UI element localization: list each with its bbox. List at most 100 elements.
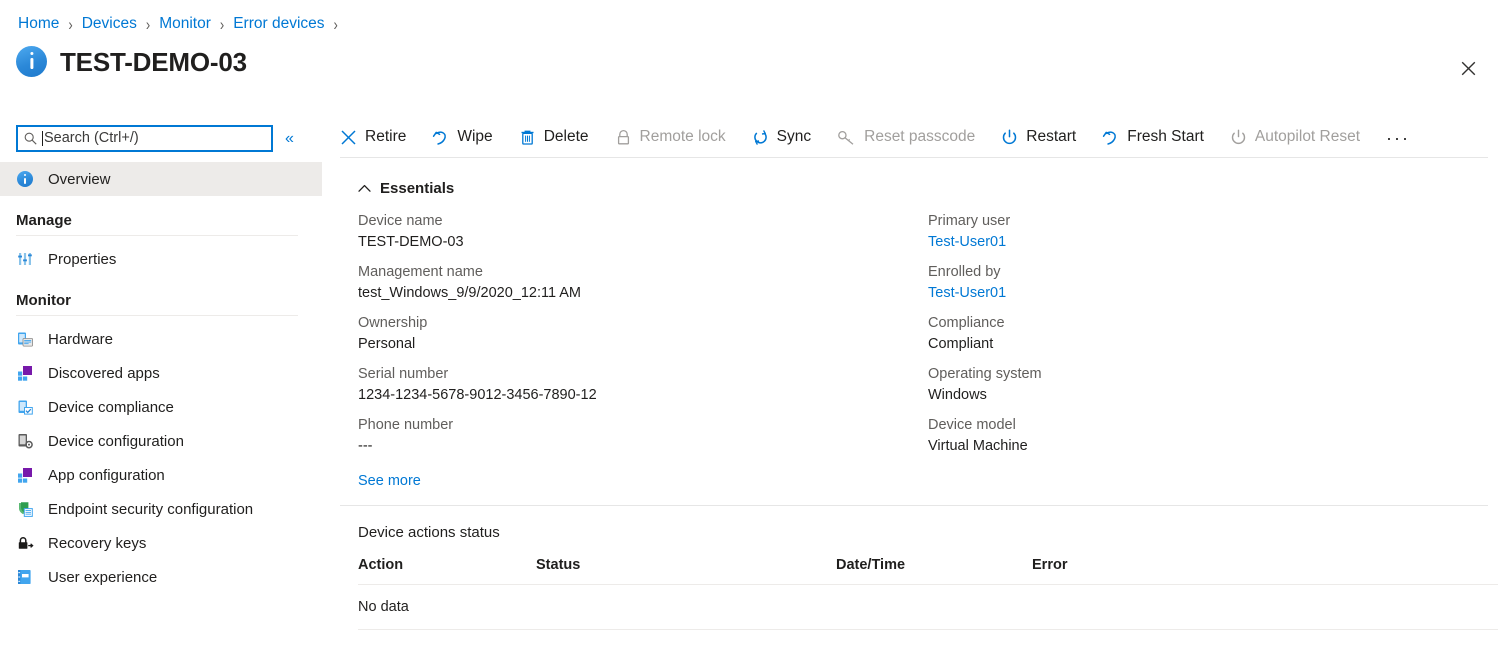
sidebar-section-title: Manage (16, 212, 300, 235)
column-header-datetime[interactable]: Date/Time (836, 557, 1032, 573)
close-icon[interactable] (1452, 52, 1484, 84)
field-label: Ownership (358, 313, 928, 334)
field-label: Device name (358, 211, 928, 232)
sidebar-item-device-compliance[interactable]: Device compliance (0, 390, 322, 424)
collapse-sidebar-button[interactable]: « (285, 131, 294, 147)
sidebar-item-discovered-apps[interactable]: Discovered apps (0, 356, 322, 390)
undo-arrow-icon (432, 129, 449, 146)
sidebar-item-label: User experience (48, 570, 157, 585)
sidebar-item-device-configuration[interactable]: Device configuration (0, 424, 322, 458)
sidebar-item-label: Hardware (48, 332, 113, 347)
wipe-button[interactable]: Wipe (432, 128, 503, 146)
more-commands-button[interactable]: ··· (1386, 126, 1421, 149)
page-header: TEST-DEMO-03 (16, 46, 247, 77)
field-value: Windows (928, 385, 1498, 406)
sidebar-item-hardware[interactable]: Hardware (0, 322, 322, 356)
see-more-link[interactable]: See more (358, 473, 421, 489)
retire-button[interactable]: Retire (340, 128, 417, 146)
command-label: Sync (777, 128, 811, 146)
breadcrumb-separator: › (334, 15, 338, 34)
sidebar-item-label: App configuration (48, 468, 165, 483)
breadcrumb-item-devices[interactable]: Devices (80, 15, 139, 33)
essentials-field: Operating system Windows (928, 364, 1498, 406)
delete-button[interactable]: Delete (519, 128, 600, 146)
command-label: Reset passcode (864, 128, 975, 146)
breadcrumb: Home › Devices › Monitor › Error devices… (16, 15, 345, 33)
command-label: Restart (1026, 128, 1076, 146)
command-label: Remote lock (640, 128, 726, 146)
sidebar-section-title: Monitor (16, 292, 300, 315)
command-label: Autopilot Reset (1255, 128, 1360, 146)
essentials-grid: Device name TEST-DEMO-03 Management name… (358, 211, 1498, 466)
field-value: Compliant (928, 334, 1498, 355)
sidebar-item-user-experience[interactable]: User experience (0, 560, 322, 594)
field-value: TEST-DEMO-03 (358, 232, 928, 253)
field-label: Operating system (928, 364, 1498, 385)
essentials-title: Essentials (380, 180, 454, 197)
essentials-field: Primary user Test-User01 (928, 211, 1498, 253)
essentials-left-column: Device name TEST-DEMO-03 Management name… (358, 211, 928, 466)
field-value: --- (358, 436, 928, 457)
sync-button[interactable]: Sync (752, 128, 822, 146)
field-label: Compliance (928, 313, 1498, 334)
field-label: Phone number (358, 415, 928, 436)
table-row: No data (358, 585, 1498, 629)
sidebar-item-app-configuration[interactable]: App configuration (0, 458, 322, 492)
breadcrumb-item-error-devices[interactable]: Error devices (231, 15, 326, 33)
sidebar-item-properties[interactable]: Properties (0, 242, 322, 276)
info-circle-icon (16, 46, 47, 77)
sidebar-item-label: Recovery keys (48, 536, 146, 551)
sidebar-item-endpoint-security-configuration[interactable]: Endpoint security configuration (0, 492, 322, 526)
search-placeholder: Search (Ctrl+/) (44, 131, 139, 146)
apps-grid-icon (16, 466, 34, 484)
restart-button[interactable]: Restart (1001, 128, 1087, 146)
fresh-start-button[interactable]: Fresh Start (1102, 128, 1215, 146)
breadcrumb-separator: › (220, 15, 224, 34)
sidebar-item-label: Device configuration (48, 434, 184, 449)
key-icon (837, 129, 856, 146)
divider (16, 235, 298, 236)
essentials-field: Compliance Compliant (928, 313, 1498, 355)
breadcrumb-item-monitor[interactable]: Monitor (157, 15, 213, 33)
field-value-link[interactable]: Test-User01 (928, 232, 1498, 253)
x-icon (340, 129, 357, 146)
column-header-error[interactable]: Error (1032, 557, 1232, 573)
essentials-field: Phone number --- (358, 415, 928, 457)
field-label: Management name (358, 262, 928, 283)
sidebar-item-label: Discovered apps (48, 366, 160, 381)
divider (340, 157, 1488, 158)
sidebar-item-label: Endpoint security configuration (48, 502, 253, 517)
search-input[interactable]: Search (Ctrl+/) (16, 125, 273, 152)
sync-icon (752, 129, 769, 146)
search-icon (24, 132, 37, 145)
essentials-toggle[interactable]: Essentials (358, 180, 1498, 197)
autopilot-reset-button[interactable]: Autopilot Reset (1230, 128, 1371, 146)
empty-state-text: No data (358, 599, 536, 615)
device-gear-icon (16, 432, 34, 450)
command-label: Retire (365, 128, 406, 146)
essentials-field: Device model Virtual Machine (928, 415, 1498, 457)
breadcrumb-item-home[interactable]: Home (16, 15, 61, 33)
sidebar-item-recovery-keys[interactable]: Recovery keys (0, 526, 322, 560)
power-icon (1001, 129, 1018, 146)
essentials-field: Serial number 1234-1234-5678-9012-3456-7… (358, 364, 928, 406)
column-header-action[interactable]: Action (358, 557, 536, 573)
sidebar-item-label: Device compliance (48, 400, 174, 415)
notebook-icon (16, 568, 34, 586)
sidebar-section-monitor: Monitor (0, 292, 300, 316)
essentials-right-column: Primary user Test-User01 Enrolled by Tes… (928, 211, 1498, 466)
power-icon (1230, 129, 1247, 146)
sidebar-item-overview[interactable]: Properties Overview (0, 162, 322, 196)
divider (358, 629, 1498, 630)
device-actions-status-title: Device actions status (358, 524, 1498, 541)
remote-lock-button[interactable]: Remote lock (615, 128, 737, 146)
info-circle-icon (16, 170, 34, 188)
field-label: Serial number (358, 364, 928, 385)
column-header-status[interactable]: Status (536, 557, 836, 573)
reset-passcode-button[interactable]: Reset passcode (837, 128, 986, 146)
field-value-link[interactable]: Test-User01 (928, 283, 1498, 304)
command-bar: Retire Wipe Delete Remote lock (340, 118, 1498, 156)
sidebar-section-manage: Manage (0, 212, 300, 236)
hardware-device-icon (16, 330, 34, 348)
divider (16, 315, 298, 316)
